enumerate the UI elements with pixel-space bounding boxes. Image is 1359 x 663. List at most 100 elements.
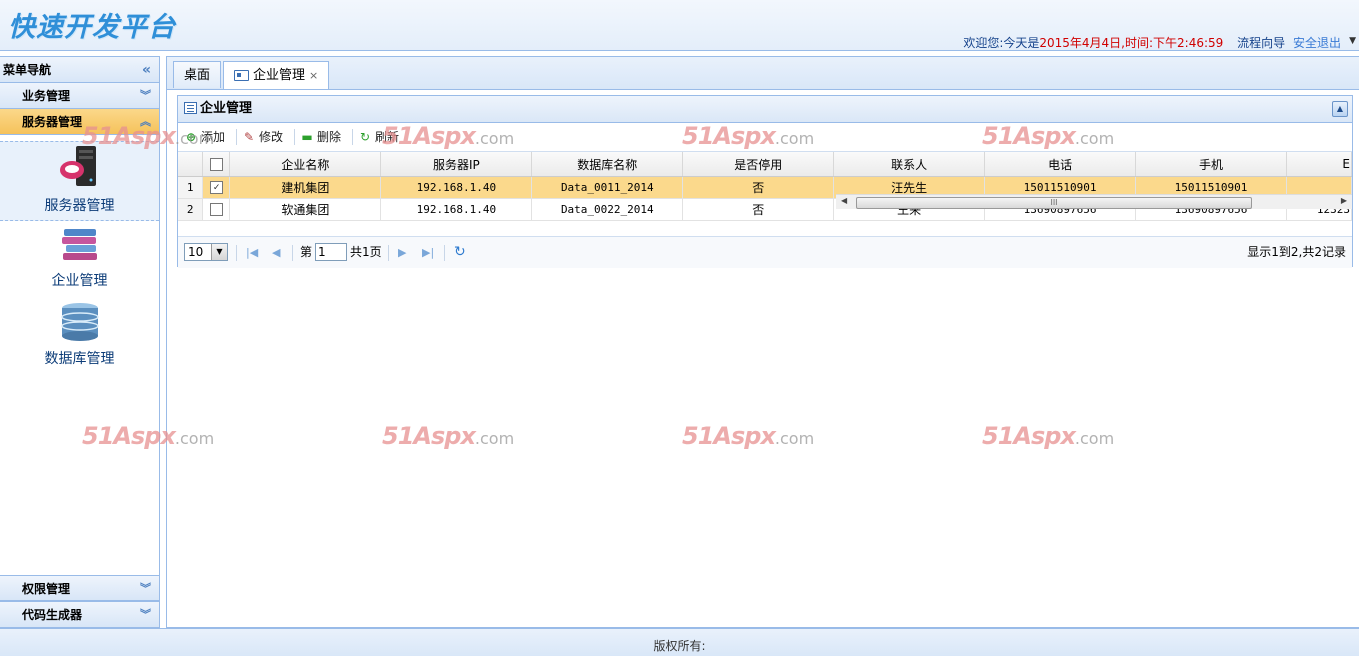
nav-item-server-manage[interactable]: 服务器管理 xyxy=(0,141,159,221)
collapse-icon[interactable]: ︽ xyxy=(140,109,151,135)
prev-page-icon[interactable]: ◀ xyxy=(272,237,280,268)
sidebar-title: 菜单导航 xyxy=(3,63,52,77)
column-header[interactable]: E xyxy=(1286,152,1353,177)
accordion-business[interactable]: 业务管理 ︾ xyxy=(0,83,159,109)
add-icon: ⊕ xyxy=(185,130,197,144)
main-content: 桌面 企业管理 × 企业管理 ▲ ⊕ 添加 ✎ 修改 ▬ 删除 ↻ 刷新 企业名… xyxy=(166,56,1359,628)
nav-item-database-manage[interactable]: 数据库管理 xyxy=(0,301,159,371)
nav-item-label: 企业管理 xyxy=(51,273,108,289)
row-number-header xyxy=(178,152,204,177)
grid-panel-header: 企业管理 ▲ xyxy=(178,96,1352,123)
tab-company-manage[interactable]: 企业管理 × xyxy=(223,61,330,89)
tab-desktop[interactable]: 桌面 xyxy=(173,61,222,88)
accordion-label: 代码生成器 xyxy=(22,608,83,622)
list-icon xyxy=(184,102,197,114)
record-info: 显示1到2,共2记录 xyxy=(1247,245,1346,259)
copyright-text: 版权所有: xyxy=(653,639,706,653)
select-all-checkbox[interactable] xyxy=(209,158,223,171)
tab-close-icon[interactable]: × xyxy=(309,69,318,82)
pager-separator xyxy=(236,245,237,261)
last-page-icon[interactable]: ▶| xyxy=(422,237,434,268)
sidebar-bottom-accordion: 权限管理 ︾ 代码生成器 ︾ xyxy=(0,575,159,627)
page-label-prefix: 第 xyxy=(300,245,313,259)
grid-panel-title: 企业管理 xyxy=(200,101,253,116)
row-number: 1 xyxy=(178,176,204,199)
pager-separator xyxy=(444,245,445,261)
accordion-permission[interactable]: 权限管理 ︾ xyxy=(0,575,159,601)
logout-link[interactable]: 安全退出 xyxy=(1293,36,1341,50)
header: 快速开发平台 欢迎您:今天是2015年4月4日,时间:下午2:46:59 流程向… xyxy=(0,0,1359,51)
column-header[interactable]: 数据库名称 xyxy=(531,152,684,177)
delete-button[interactable]: ▬ 删除 xyxy=(300,123,341,151)
footer: 版权所有: xyxy=(0,628,1359,656)
sidebar-header: 菜单导航 « xyxy=(0,57,159,83)
accordion-codegen[interactable]: 代码生成器 ︾ xyxy=(0,601,159,627)
tab-label: 企业管理 xyxy=(253,68,306,83)
server-ip-cell: 192.168.1.40 xyxy=(380,198,533,221)
current-datetime: 2015年4月4日,时间:下午2:46:59 xyxy=(1039,36,1224,50)
row-checkbox[interactable] xyxy=(209,203,223,217)
first-page-icon[interactable]: |◀ xyxy=(246,237,258,268)
row-checkbox[interactable]: ✓ xyxy=(209,181,223,195)
disabled-cell: 否 xyxy=(682,198,835,221)
horizontal-scrollbar[interactable]: ◀ III ▶ xyxy=(836,194,1352,209)
server-ip-cell: 192.168.1.40 xyxy=(380,176,533,199)
page-number-input[interactable]: 1 xyxy=(315,243,347,261)
company-name-cell: 建机集团 xyxy=(229,176,382,199)
collapse-panel-icon[interactable]: ▲ xyxy=(1332,101,1348,117)
app-logo-title: 快速开发平台 xyxy=(8,12,176,43)
grid-pager: 10 ▼ |◀ ◀ 第 1 共1页 ▶ ▶| ↻ 显示1到2,共2记录 xyxy=(178,236,1352,268)
column-header[interactable]: 企业名称 xyxy=(229,152,382,177)
column-header[interactable]: 联系人 xyxy=(833,152,986,177)
delete-icon: ▬ xyxy=(301,130,313,144)
scroll-left-icon[interactable]: ◀ xyxy=(841,196,847,205)
refresh-icon: ↻ xyxy=(359,130,371,144)
refresh-button[interactable]: ↻ 刷新 xyxy=(358,123,399,151)
pager-refresh-icon[interactable]: ↻ xyxy=(454,237,466,268)
database-icon xyxy=(60,303,99,341)
nav-item-label: 数据库管理 xyxy=(44,351,115,367)
pager-separator xyxy=(388,245,389,261)
sidebar: 菜单导航 « 业务管理 ︾ 服务器管理 ︽ 服务器管理 企业管理 数据库管理 权… xyxy=(0,56,160,628)
column-header[interactable]: 是否停用 xyxy=(682,152,835,177)
company-table: 企业名称 服务器IP 数据库名称 是否停用 联系人 电话 手机 E 1 ✓ 建机… xyxy=(178,152,1353,221)
books-icon xyxy=(61,229,97,260)
workflow-guide-link[interactable]: 流程向导 xyxy=(1237,36,1285,50)
edit-button[interactable]: ✎ 修改 xyxy=(242,123,283,151)
scrollbar-thumb[interactable]: III xyxy=(856,197,1252,209)
tab-label: 桌面 xyxy=(184,68,211,83)
toolbar-separator xyxy=(352,129,353,145)
toolbar-separator xyxy=(294,129,295,145)
accordion-label: 业务管理 xyxy=(22,89,71,103)
database-name-cell: Data_0022_2014 xyxy=(531,198,684,221)
accordion-server[interactable]: 服务器管理 ︽ xyxy=(0,109,159,135)
disabled-cell: 否 xyxy=(682,176,835,199)
pager-separator xyxy=(292,245,293,261)
toolbar-separator xyxy=(236,129,237,145)
server-icon xyxy=(59,146,96,186)
column-header[interactable]: 服务器IP xyxy=(380,152,533,177)
edit-icon: ✎ xyxy=(243,130,255,144)
tab-bar: 桌面 企业管理 × xyxy=(167,57,1359,90)
add-button[interactable]: ⊕ 添加 xyxy=(184,123,225,151)
expand-icon[interactable]: ︾ xyxy=(140,83,151,109)
expand-icon[interactable]: ︾ xyxy=(140,576,151,602)
accordion-label: 权限管理 xyxy=(22,582,71,596)
scroll-right-icon[interactable]: ▶ xyxy=(1341,196,1347,205)
select-all-header xyxy=(202,152,231,177)
welcome-bar: 欢迎您:今天是2015年4月4日,时间:下午2:46:59 流程向导 安全退出 xyxy=(963,34,1341,51)
chevron-down-icon[interactable]: ▼ xyxy=(211,244,227,260)
accordion-label: 服务器管理 xyxy=(22,115,83,129)
page-total-label: 共1页 xyxy=(350,245,382,259)
row-checkbox-cell xyxy=(202,198,231,221)
company-grid-panel: 企业管理 ▲ ⊕ 添加 ✎ 修改 ▬ 删除 ↻ 刷新 企业名称 服务器IP 数据… xyxy=(177,95,1353,268)
next-page-icon[interactable]: ▶ xyxy=(398,237,406,268)
column-header[interactable]: 电话 xyxy=(984,152,1137,177)
collapse-sidebar-icon[interactable]: « xyxy=(142,57,151,83)
nav-item-label: 服务器管理 xyxy=(44,198,115,214)
expand-icon[interactable]: ︾ xyxy=(140,602,151,628)
page-size-select[interactable]: 10 ▼ xyxy=(184,243,228,261)
column-header[interactable]: 手机 xyxy=(1135,152,1287,177)
scroll-down-icon[interactable]: ▼ xyxy=(1349,36,1356,46)
nav-item-company-manage[interactable]: 企业管理 xyxy=(0,225,159,293)
